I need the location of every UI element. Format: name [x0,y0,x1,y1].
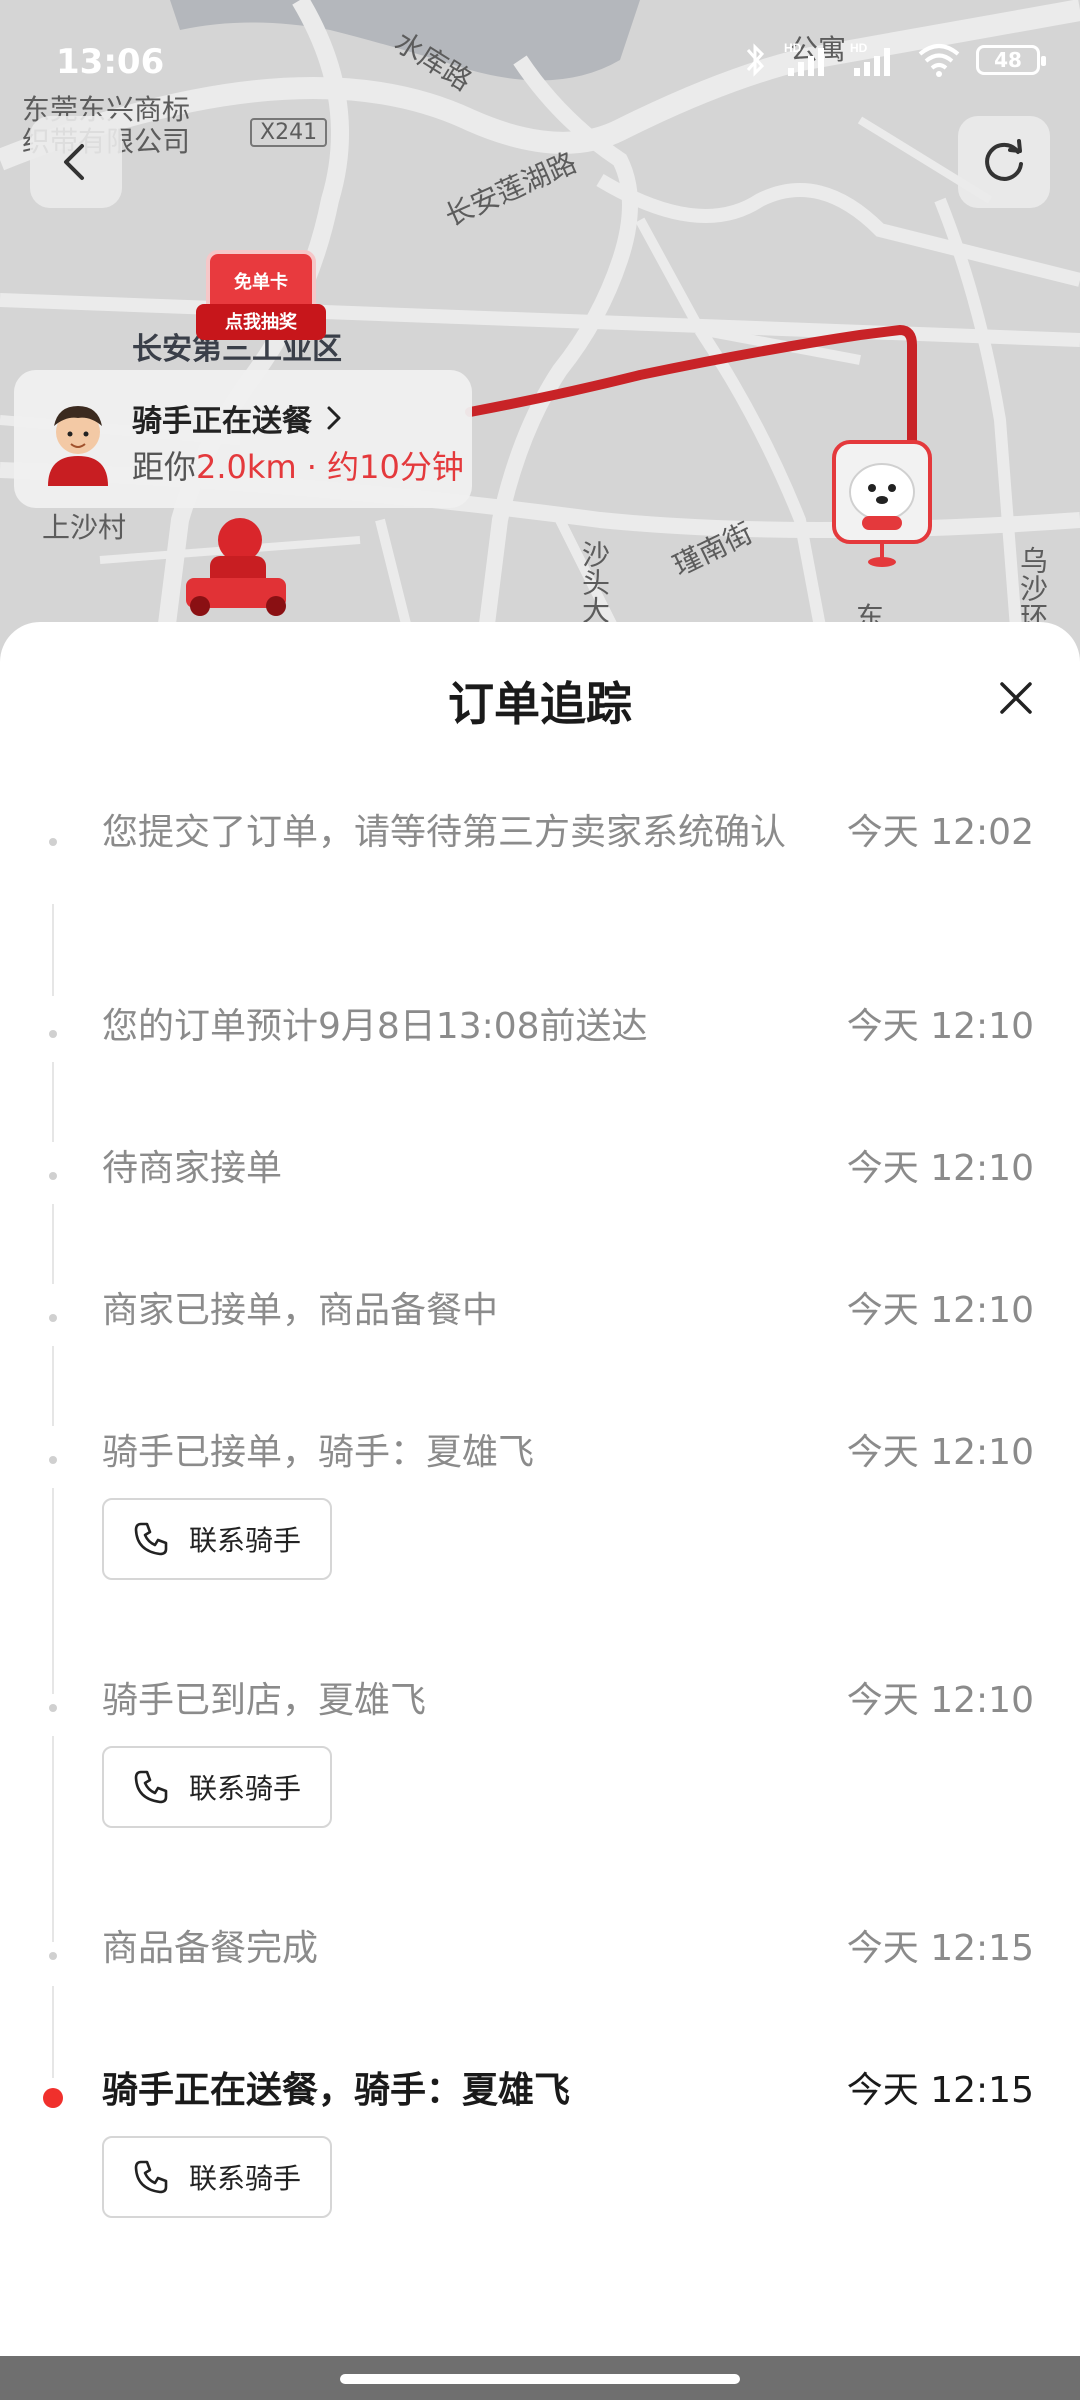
store-location-pin[interactable] [832,440,932,570]
timeline-dot [49,1030,57,1038]
timeline-connector [52,1204,54,1284]
timeline-event-time: 今天 12:15 [846,1928,1034,1969]
phone-icon [134,1522,168,1556]
close-button[interactable] [988,670,1044,726]
timeline-dot [49,1704,57,1712]
back-button[interactable] [30,116,122,208]
rider-avatar [40,398,116,486]
contact-rider-label: 联系骑手 [188,1772,301,1805]
timeline-event-time: 今天 12:10 [846,1680,1034,1721]
phone-icon [134,1770,168,1804]
rider-card-title: 骑手正在送餐 [132,396,344,440]
timeline-event-text: 您提交了订单，请等待第三方卖家系统确认 [102,812,787,853]
rider-card-title-text: 骑手正在送餐 [132,404,312,439]
battery-level: 48 [994,48,1022,72]
phone-icon [134,2160,168,2194]
timeline-event-time: 今天 12:15 [846,2070,1034,2111]
timeline-connector [52,1488,54,1694]
timeline-connector [52,1986,54,2078]
timeline-dot [49,838,57,846]
system-nav-bar [0,2356,1080,2400]
refresh-icon [985,139,1023,181]
timeline-event-text: 商家已接单，商品备餐中 [102,1290,499,1331]
chevron-right-icon [327,406,341,430]
map-label-wusha: 乌沙环 [1016,546,1049,630]
chevron-left-icon [64,144,84,180]
timeline-connector [52,1062,54,1142]
svg-text:HD: HD [784,41,802,55]
rider-status-card[interactable]: 骑手正在送餐 距你2.0km · 约10分钟 [14,370,472,508]
status-bar: 13:06 HD HD 48 [0,0,1080,120]
map-view[interactable]: 水库路 东莞东兴商标 织带有限公司 X241 长安莲湖路 长安第三工业区 上沙村… [0,0,1080,680]
sheet-title: 订单追踪 [448,677,632,731]
rider-distance-prefix: 距你 [132,448,197,486]
timeline-event-text: 骑手已接单，骑手：夏雄飞 [102,1432,535,1473]
timeline-dot-active [43,2088,63,2108]
timeline-event-text: 待商家接单 [102,1148,283,1189]
close-icon [1000,682,1032,714]
bluetooth-icon [746,43,765,77]
wifi-icon [918,44,960,77]
contact-rider-label: 联系骑手 [188,2162,301,2195]
timeline-event-time: 今天 12:02 [846,812,1034,853]
rider-distance: 距你2.0km · 约10分钟 [132,442,464,488]
contact-rider-label: 联系骑手 [188,1524,301,1557]
timeline-dot [49,1314,57,1322]
status-time: 13:06 [56,42,165,82]
timeline-event-time: 今天 12:10 [846,1290,1034,1331]
timeline-event-time: 今天 12:10 [846,1148,1034,1189]
timeline-event-text: 骑手已到店，夏雄飞 [102,1680,427,1721]
promo-ribbon-text: 点我抽奖 [225,312,297,333]
map-label-x241: X241 [250,118,328,147]
order-tracking-sheet: 订单追踪 您提交了订单，请等待第三方卖家系统确认 今天 12:02 您的订单预计… [0,622,1080,2362]
battery-icon: 48 [976,45,1046,75]
map-label-shangsha-village: 上沙村 [42,511,127,544]
timeline-connector [52,1736,54,1942]
home-indicator[interactable] [340,2374,740,2384]
timeline-event-text: 商品备餐完成 [102,1928,319,1969]
rider-distance-eta: 2.0km · 约10分钟 [196,448,464,486]
timeline-event-time: 今天 12:10 [846,1006,1034,1047]
timeline-dot [49,1456,57,1464]
promo-card-text: 免单卡 [234,272,288,293]
timeline-connector [52,1346,54,1426]
map-label-shatou: 沙头大 [578,540,611,624]
timeline-dot [49,1172,57,1180]
promo-lottery-marker[interactable]: 免单卡 点我抽奖 [196,250,326,350]
contact-rider-button[interactable]: 联系骑手 [102,2136,332,2218]
signal-hd-2-icon: HD [850,41,890,76]
timeline-event-text: 骑手正在送餐，骑手：夏雄飞 [102,2070,571,2111]
rider-scooter-marker [180,508,300,618]
timeline-event-time: 今天 12:10 [846,1432,1034,1473]
signal-hd-1-icon: HD [784,41,824,76]
contact-rider-button[interactable]: 联系骑手 [102,1498,332,1580]
timeline-connector [52,904,54,996]
svg-text:HD: HD [850,41,868,55]
timeline-dot [49,1952,57,1960]
timeline-event-text: 您的订单预计9月8日13:08前送达 [102,1006,648,1047]
contact-rider-button[interactable]: 联系骑手 [102,1746,332,1828]
refresh-button[interactable] [958,116,1050,208]
